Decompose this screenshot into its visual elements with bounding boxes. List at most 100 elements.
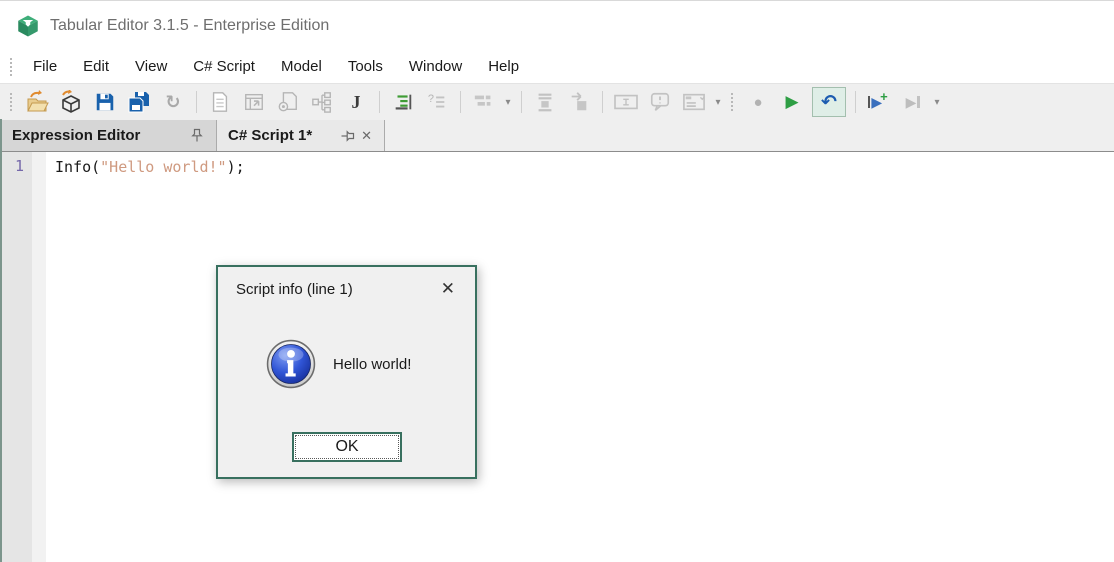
app-logo-icon xyxy=(18,15,38,36)
run-icon: ▶ xyxy=(785,92,799,111)
deploy-page-button[interactable] xyxy=(274,88,302,116)
insert-section-button[interactable] xyxy=(531,88,559,116)
code-line-1[interactable]: Info("Hello world!"); xyxy=(55,157,1114,178)
dialog-title: Script info (line 1) xyxy=(236,280,353,298)
menu-file[interactable]: File xyxy=(20,54,70,79)
text-box-button[interactable] xyxy=(612,88,640,116)
toolbar-separator xyxy=(855,91,856,113)
menu-help[interactable]: Help xyxy=(475,54,532,79)
csharp-script-tab-label: C# Script 1* xyxy=(228,127,313,144)
code-area[interactable]: Info("Hello world!"); xyxy=(46,152,1114,562)
undo-button[interactable]: ↶ xyxy=(812,87,846,117)
menu-bar: File Edit View C# Script Model Tools Win… xyxy=(0,50,1114,83)
toolbar-drag-handle[interactable] xyxy=(10,93,14,111)
window-title: Tabular Editor 3.1.5 - Enterprise Editio… xyxy=(50,16,330,34)
record-macro-button[interactable]: ● xyxy=(744,88,772,116)
toolbar-separator xyxy=(521,91,522,113)
open-model-button[interactable] xyxy=(57,88,85,116)
script-info-dialog: Script info (line 1) ✕ Hello world! OK xyxy=(216,265,477,479)
run-new-plus-icon: + xyxy=(880,88,888,104)
menu-view[interactable]: View xyxy=(122,54,180,79)
toolbar-separator xyxy=(196,91,197,113)
toolbar-separator xyxy=(460,91,461,113)
toolbar-separator xyxy=(602,91,603,113)
format-document-button[interactable] xyxy=(389,88,417,116)
save-all-icon xyxy=(128,92,149,113)
tab-csharp-script-1[interactable]: C# Script 1* ✕ xyxy=(217,120,385,151)
new-document-button[interactable] xyxy=(206,88,234,116)
code-editor[interactable]: 1 Info("Hello world!"); xyxy=(0,119,1114,562)
code-string-token: "Hello world!" xyxy=(100,158,227,176)
menu-edit[interactable]: Edit xyxy=(70,54,122,79)
csharp-script-button[interactable]: J xyxy=(342,88,370,116)
title-bar: Tabular Editor 3.1.5 - Enterprise Editio… xyxy=(0,1,1114,50)
info-icon xyxy=(266,339,316,389)
svg-text:?: ? xyxy=(428,93,434,105)
message-bubble-icon xyxy=(650,92,670,111)
deploy-page-icon xyxy=(278,92,297,112)
save-button[interactable] xyxy=(91,88,119,116)
refresh-icon: ↻ xyxy=(165,91,181,112)
pin-icon[interactable] xyxy=(190,128,204,143)
comment-lines-button[interactable]: ? xyxy=(423,88,451,116)
hierarchy-button[interactable] xyxy=(308,88,336,116)
code-end-token: ); xyxy=(226,158,245,176)
import-table-button[interactable] xyxy=(240,88,268,116)
csharp-script-icon: J xyxy=(351,91,361,112)
menu-model[interactable]: Model xyxy=(268,54,335,79)
run-script-button[interactable]: ▶ xyxy=(778,88,806,116)
panel-left-accent xyxy=(0,119,2,562)
open-file-button[interactable] xyxy=(23,88,51,116)
dialog-body: Hello world! xyxy=(218,339,475,389)
dialog-message: Hello world! xyxy=(333,355,412,373)
open-file-icon xyxy=(27,90,49,112)
code-function-token: Info( xyxy=(55,158,101,176)
dialog-close-icon[interactable]: ✕ xyxy=(435,277,461,301)
goto-target-button[interactable] xyxy=(565,88,593,116)
run-new-script-button[interactable]: ▶ + xyxy=(865,88,893,116)
tab-close-icon[interactable]: ✕ xyxy=(357,126,376,146)
save-all-button[interactable] xyxy=(125,88,153,116)
record-icon: ● xyxy=(753,93,763,111)
list-box-icon xyxy=(683,93,705,111)
text-box-icon xyxy=(614,94,638,110)
layout-picker-caret-icon[interactable]: ▾ xyxy=(501,97,515,108)
run-continue-bar-icon xyxy=(917,96,921,108)
toolbar: ↻ J ? ▾ ▾ ● ▶ ↶ ▶ + ▶ ▾ xyxy=(0,83,1114,120)
gutter-margin xyxy=(32,152,46,562)
app-window: Tabular Editor 3.1.5 - Enterprise Editio… xyxy=(0,0,1114,562)
unpin-icon[interactable] xyxy=(340,129,355,143)
tab-expression-editor[interactable]: Expression Editor xyxy=(0,120,217,151)
refresh-button[interactable]: ↻ xyxy=(159,88,187,116)
toolbar-separator xyxy=(379,91,380,113)
undo-icon: ↶ xyxy=(821,91,837,113)
list-box-caret-icon[interactable]: ▾ xyxy=(711,97,725,108)
menu-drag-handle[interactable] xyxy=(10,57,14,76)
layout-picker-button[interactable] xyxy=(470,88,498,116)
dialog-title-bar[interactable]: Script info (line 1) ✕ xyxy=(218,267,475,311)
new-document-icon xyxy=(212,92,228,112)
import-table-icon xyxy=(245,93,263,111)
menu-window[interactable]: Window xyxy=(396,54,475,79)
run-new-bar-icon xyxy=(868,96,871,108)
line-number-gutter: 1 xyxy=(0,152,32,562)
ok-button-label: OK xyxy=(335,438,359,455)
run-continue-play-icon: ▶ xyxy=(905,93,917,110)
menu-tools[interactable]: Tools xyxy=(335,54,396,79)
ok-button[interactable]: OK xyxy=(292,432,402,462)
layout-picker-icon xyxy=(474,95,491,106)
list-box-button[interactable] xyxy=(680,88,708,116)
run-continue-caret-icon[interactable]: ▾ xyxy=(930,97,944,108)
run-continue-button[interactable]: ▶ xyxy=(899,88,927,116)
tab-row: Expression Editor C# Script 1* ✕ xyxy=(0,120,1114,152)
comment-lines-icon: ? xyxy=(428,93,445,108)
expression-editor-label: Expression Editor xyxy=(12,127,141,144)
insert-section-icon xyxy=(538,93,552,112)
menu-csharp-script[interactable]: C# Script xyxy=(180,54,268,79)
message-bubble-button[interactable] xyxy=(646,88,674,116)
goto-target-icon xyxy=(571,92,587,111)
hierarchy-icon xyxy=(312,92,331,113)
toolbar-drag-handle-2[interactable] xyxy=(731,93,735,111)
save-icon xyxy=(96,93,114,111)
open-model-cube-icon xyxy=(62,90,80,113)
